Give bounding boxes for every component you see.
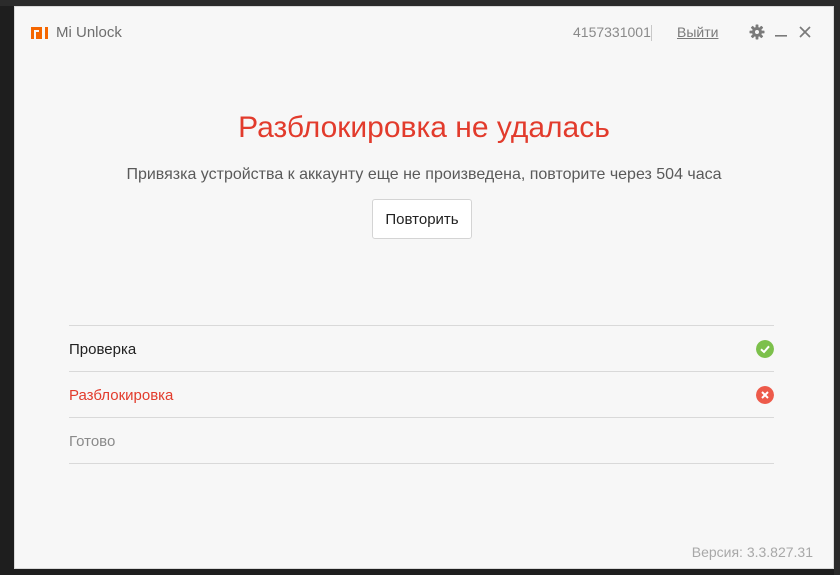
version-label: Версия: 3.3.827.31 <box>691 544 813 560</box>
retry-button[interactable]: Повторить <box>372 199 472 239</box>
status-message: Привязка устройства к аккаунту еще не пр… <box>126 166 722 183</box>
step-row-unlock: Разблокировка <box>69 372 774 418</box>
desktop-background-left <box>0 6 14 575</box>
step-row-verify: Проверка <box>69 326 774 372</box>
mi-logo-icon <box>31 27 48 39</box>
status-title: Разблокировка не удалась <box>238 111 610 144</box>
minimize-icon[interactable] <box>772 23 790 41</box>
app-title: Mi Unlock <box>56 24 122 41</box>
step-label: Проверка <box>69 341 137 358</box>
error-circle-icon <box>756 386 774 404</box>
logout-link[interactable]: Выйти <box>677 24 718 40</box>
progress-steps: Проверка Разблокировка Готово <box>69 325 774 464</box>
step-label: Готово <box>69 433 116 450</box>
step-label: Разблокировка <box>69 387 174 404</box>
desktop-background-right <box>834 6 840 575</box>
step-row-done: Готово <box>69 418 774 464</box>
header-divider <box>651 25 652 41</box>
account-id: 4157331001 <box>573 24 651 40</box>
title-bar[interactable]: Mi Unlock 4157331001 Выйти <box>15 7 833 59</box>
gear-icon[interactable] <box>748 23 766 41</box>
mi-unlock-window: Mi Unlock 4157331001 Выйти Разблокировка… <box>14 6 834 569</box>
check-circle-icon <box>756 340 774 358</box>
close-icon[interactable] <box>796 23 814 41</box>
